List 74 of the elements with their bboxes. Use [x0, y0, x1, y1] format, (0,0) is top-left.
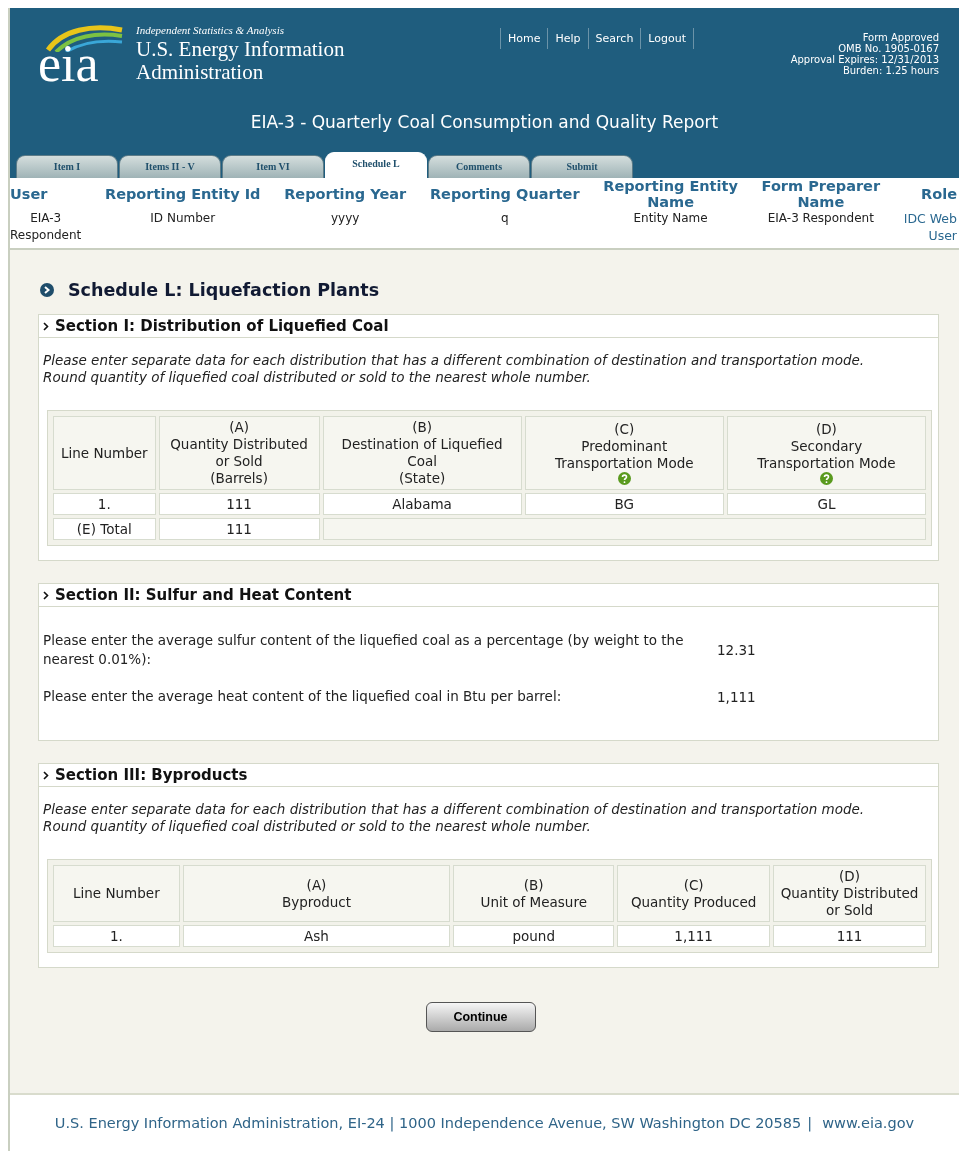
field-value: 12.31: [717, 642, 756, 658]
chevron-icon: [43, 770, 49, 780]
info-value: EIA-3 Respondent: [10, 210, 82, 244]
chevron-circle-icon: [40, 283, 54, 297]
tagline: Independent Statistics & Analysis: [136, 24, 285, 36]
footer-address: U.S. Energy Information Administration, EI-24 | 1000 Independence Avenue, SW Washington DC 20585: [54, 1115, 802, 1131]
header-text: (B) Destination of Liquefied Coal (State): [341, 419, 503, 486]
header-text: (A) Quantity Distributed or Sold (Barrels): [170, 419, 308, 486]
header-text: (D) Quantity Distributed or Sold: [780, 868, 919, 918]
field-label: Please enter the average sulfur content of the liquefied coal as a percentage (by weight to the nearest 0.01%):: [43, 631, 685, 669]
help-icon[interactable]: [819, 472, 833, 485]
logo-text: eia: [38, 42, 100, 86]
tab[interactable]: Schedule L: [325, 152, 427, 178]
table-cell: BG: [524, 493, 724, 515]
section-title: Section III: Byproducts: [55, 766, 248, 784]
column-heading: Reporting Quarter: [429, 185, 580, 204]
section-title: Section I: Distribution of Liquefied Coal: [55, 317, 389, 335]
form-info-text: Burden: 1.25 hours: [842, 65, 939, 76]
column-heading: Form Preparer Name: [761, 178, 881, 210]
tab[interactable]: Items II - V: [119, 155, 221, 178]
header-text: (B) Unit of Measure: [480, 876, 587, 910]
chevron-icon: [43, 590, 49, 600]
form-info-text: OMB No. 1905-0167: [837, 43, 939, 54]
form-title: EIA-3 - Quarterly Coal Consumption and Quality Report: [249, 111, 720, 134]
table-cell: pound: [453, 925, 615, 947]
field-label: Please enter the average heat content of the liquefied coal in Btu per barrel:: [43, 687, 563, 706]
table-cell: 111: [158, 493, 320, 515]
chevron-icon: [43, 321, 49, 331]
nav-link[interactable]: Search: [588, 28, 642, 49]
header-text: Line Number: [60, 444, 148, 461]
continue-button[interactable]: Continue: [425, 1002, 536, 1032]
table-cell: Ash: [182, 925, 451, 947]
table-cell: GL: [726, 493, 926, 515]
footer-separator: |: [807, 1115, 813, 1131]
column-heading: Role: [921, 185, 957, 204]
table-cell: 111: [773, 925, 926, 947]
agency-name: U.S. Energy Information Administration: [136, 38, 345, 84]
table-cell: 1.: [53, 925, 180, 947]
nav-link[interactable]: Logout: [641, 28, 695, 49]
table-cell: (E) Total: [53, 518, 156, 540]
nav-link[interactable]: Home: [501, 28, 549, 49]
header-text: Line Number: [73, 885, 160, 901]
column-heading: Reporting Entity Name: [603, 178, 738, 210]
tab[interactable]: Submit: [531, 155, 633, 178]
header-text: (D) Secondary Transportation Mode: [757, 421, 896, 471]
header-text: (A) Byproduct: [281, 876, 352, 910]
column-heading: Reporting Entity Id: [105, 185, 261, 204]
info-value: EIA-3 Respondent: [767, 210, 874, 227]
instructions-text: Please enter separate data for each distribution that has a different combination of destination and transportation mode. Round quantity of liquefied coal distributed or sold to the nearest whole number.: [42, 351, 866, 386]
field-value: 1,111: [717, 688, 756, 705]
column-heading: Reporting Year: [284, 185, 407, 204]
table-cell: 1,111: [617, 925, 771, 947]
table-cell: Alabama: [322, 493, 522, 515]
footer-link[interactable]: www.eia.gov: [822, 1115, 915, 1131]
page-title: Schedule L: Liquefaction Plants: [68, 280, 380, 300]
nav-link[interactable]: Help: [548, 28, 589, 49]
info-value: q: [500, 210, 509, 227]
column-heading: User: [10, 185, 48, 204]
tab[interactable]: Item VI: [222, 155, 324, 178]
info-value: ID Number: [150, 210, 216, 227]
tab[interactable]: Item I: [16, 155, 118, 178]
info-value: Entity Name: [633, 210, 708, 227]
form-info-text: Form Approved: [861, 32, 939, 43]
header-text: (C) Predominant Transportation Mode: [554, 421, 694, 471]
instructions-text: Please enter separate data for each distribution that has a different combination of destination and transportation mode. Round quantity of liquefied coal distributed or sold to the nearest whole number.: [42, 800, 866, 835]
form-info-text: Approval Expires: 12/31/2013: [790, 54, 939, 65]
header-text: (C) Quantity Produced: [630, 876, 757, 910]
table-cell: 1.: [53, 493, 156, 515]
tab[interactable]: Comments: [428, 155, 530, 178]
table-cell: 111: [158, 518, 320, 540]
help-icon[interactable]: [617, 472, 631, 485]
info-link[interactable]: IDC Web User: [903, 210, 957, 244]
info-value: yyyy: [331, 210, 360, 227]
section-title: Section II: Sulfur and Heat Content: [55, 586, 352, 604]
